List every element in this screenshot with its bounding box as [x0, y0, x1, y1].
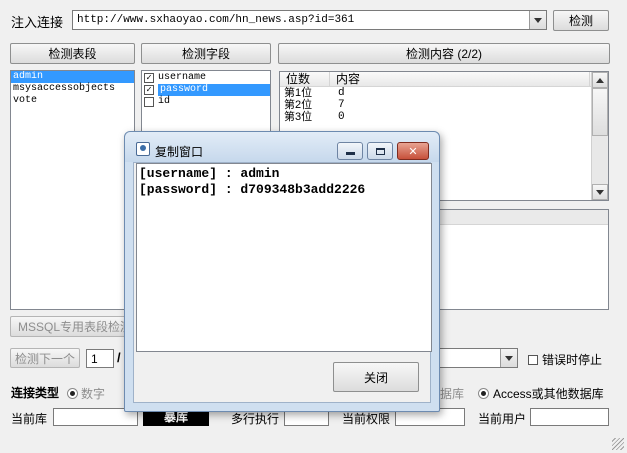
dialog-body: [username] : admin [password] : d709348b3… [133, 162, 432, 403]
chevron-down-icon [505, 355, 513, 361]
checkbox-icon[interactable] [528, 354, 538, 365]
content-detect-button[interactable]: 检测内容 (2/2) [278, 43, 610, 64]
cell-value: d [338, 87, 345, 99]
mssql-detect-button[interactable]: MSSQL专用表段检测 [10, 316, 140, 337]
current-user-field[interactable] [530, 408, 609, 426]
scroll-thumb[interactable] [592, 88, 608, 136]
field-item-id[interactable]: id [142, 96, 270, 108]
current-db-label: 当前库 [11, 412, 48, 426]
fields-list[interactable]: ✓ username ✓ password id [141, 70, 271, 132]
copy-line-password: [password] : d709348b3add2226 [139, 182, 366, 197]
chevron-up-icon [596, 77, 604, 83]
url-dropdown-arrow[interactable] [529, 11, 546, 29]
close-button[interactable]: 关闭 [333, 362, 419, 392]
dialog-titlebar[interactable]: 复制窗口 ✕ [125, 132, 439, 162]
list-item[interactable]: vote [11, 95, 134, 107]
checkbox-icon[interactable] [144, 97, 154, 107]
stop-on-error-label: 错误时停止 [542, 353, 603, 367]
maximize-button[interactable] [367, 142, 393, 160]
current-perm-label: 当前权限 [342, 412, 391, 426]
close-icon: ✕ [408, 145, 418, 158]
radio-numeric-label: 数字 [81, 387, 106, 401]
fields-detect-button[interactable]: 检测字段 [141, 43, 271, 64]
tables-detect-button[interactable]: 检测表段 [10, 43, 135, 64]
maximize-icon [375, 147, 385, 155]
check-button[interactable]: 检测 [553, 10, 609, 31]
radio-partial[interactable]: 据库 [440, 385, 464, 402]
radio-numeric[interactable]: 数字 [67, 385, 105, 402]
tables-list[interactable]: admin msysaccessobjects vote [10, 70, 135, 310]
column-header-content[interactable]: 内容 [330, 72, 590, 86]
copy-textarea[interactable]: [username] : admin [password] : d709348b3… [136, 163, 432, 352]
column-header-position[interactable]: 位数 [280, 72, 330, 86]
scroll-down-button[interactable] [592, 184, 608, 200]
table-row[interactable]: 第1位 d [280, 87, 608, 99]
radio-access-label: Access或其他数据库 [493, 387, 604, 401]
grid-header: 位数 内容 [280, 72, 608, 87]
dialog-title: 复制窗口 [155, 145, 204, 159]
list-item[interactable]: msysaccessobjects [11, 83, 134, 95]
stop-on-error-checkbox[interactable]: 错误时停止 [528, 351, 602, 368]
minimize-icon [345, 152, 355, 155]
radio-icon[interactable] [67, 388, 78, 399]
page-separator: / [117, 350, 121, 365]
list-item[interactable]: admin [11, 71, 134, 83]
radio-icon[interactable] [478, 388, 489, 399]
cell-position: 第2位 [284, 99, 313, 111]
mode-dropdown-arrow[interactable] [500, 349, 517, 367]
minimize-button[interactable] [337, 142, 363, 160]
field-item-username[interactable]: ✓ username [142, 72, 270, 84]
cell-value: 0 [338, 111, 345, 123]
field-label: password [158, 84, 270, 96]
copy-window: 复制窗口 ✕ [username] : admin [password] : d7… [124, 131, 440, 412]
current-user-label: 当前用户 [478, 412, 527, 426]
mode-combo[interactable] [430, 348, 518, 368]
table-row[interactable]: 第2位 7 [280, 99, 608, 111]
cell-value: 7 [338, 99, 345, 111]
cell-position: 第3位 [284, 111, 313, 123]
chevron-down-icon [534, 17, 542, 23]
field-label: username [158, 72, 207, 83]
close-window-button[interactable]: ✕ [397, 142, 429, 160]
radio-access[interactable]: Access或其他数据库 [478, 385, 604, 402]
app-icon [136, 142, 150, 156]
url-value: http://www.sxhaoyao.com/hn_news.asp?id=3… [77, 14, 355, 26]
checkbox-checked-icon[interactable]: ✓ [144, 73, 154, 83]
resize-grip-icon[interactable] [612, 438, 624, 450]
url-combo[interactable]: http://www.sxhaoyao.com/hn_news.asp?id=3… [72, 10, 547, 30]
scroll-up-button[interactable] [592, 72, 608, 88]
chevron-down-icon [596, 189, 604, 195]
field-item-password[interactable]: ✓ password [142, 84, 270, 96]
inject-url-label: 注入连接 [11, 15, 64, 30]
table-row[interactable]: 第3位 0 [280, 111, 608, 123]
page-number-input[interactable]: 1 [86, 349, 114, 368]
multi-exec-label: 多行执行 [231, 412, 280, 426]
checkbox-checked-icon[interactable]: ✓ [144, 85, 154, 95]
detect-next-button[interactable]: 检测下一个 [10, 348, 80, 368]
conn-type-label: 连接类型 [11, 386, 60, 400]
cell-position: 第1位 [284, 87, 313, 99]
grid-scrollbar[interactable] [591, 72, 608, 200]
field-label: id [158, 96, 171, 107]
copy-line-username: [username] : admin [139, 166, 280, 181]
